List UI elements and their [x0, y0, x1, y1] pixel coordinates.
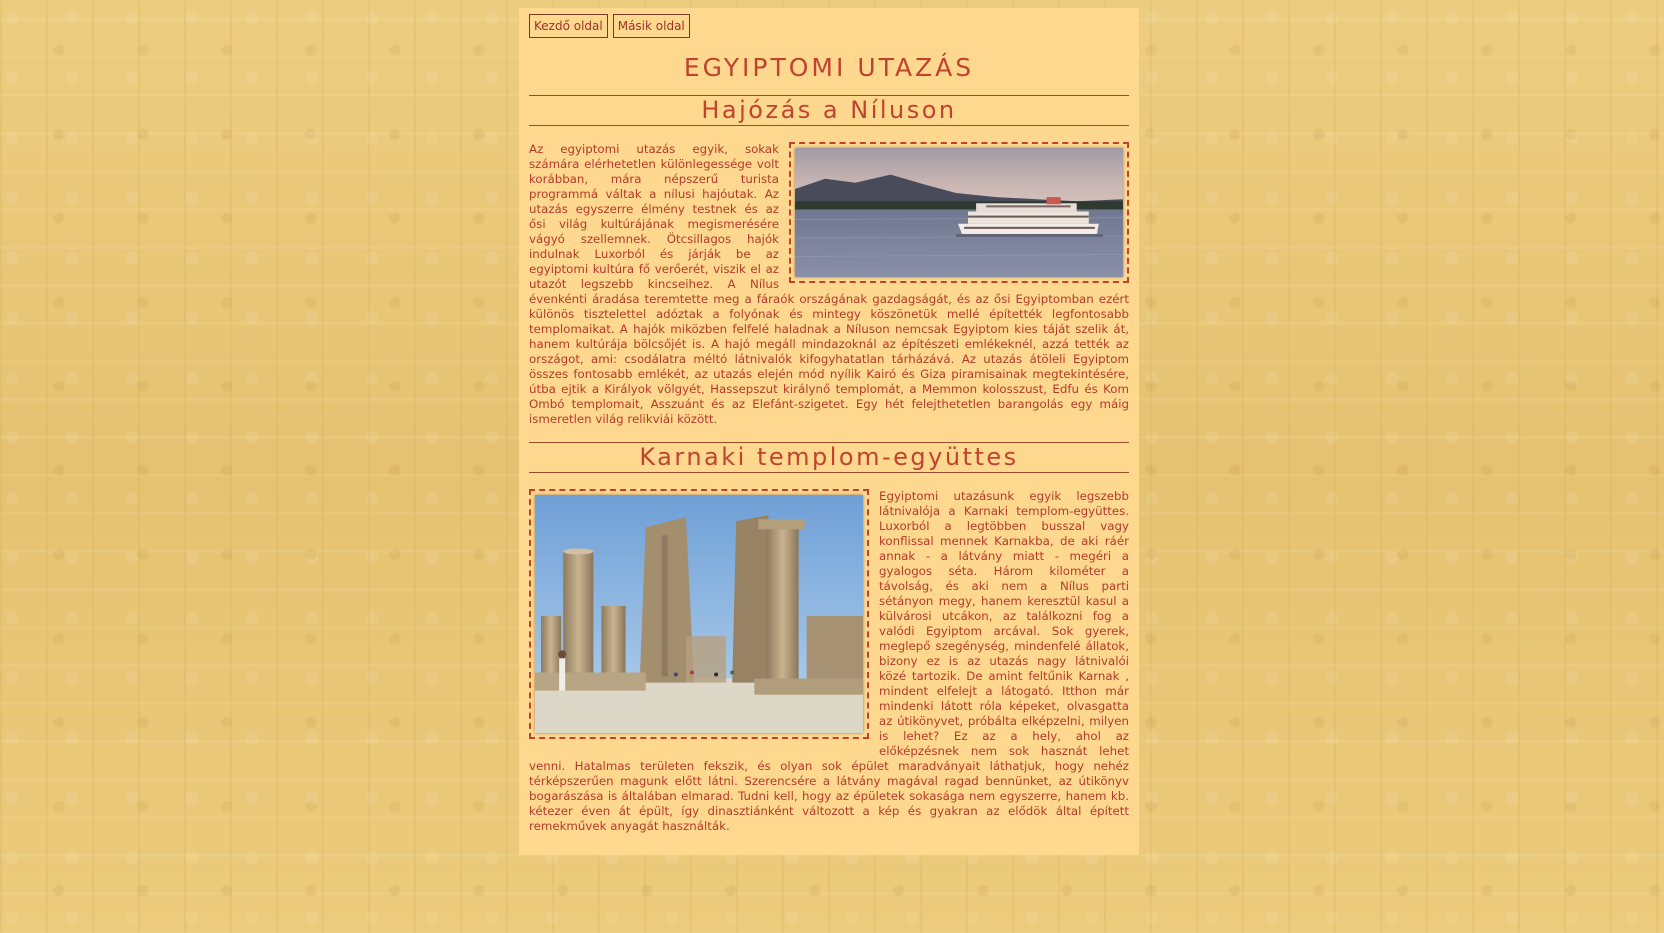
section-title-nile-cruise: Hajózás a Níluson	[529, 95, 1129, 126]
page-title: EGYIPTOMI UTAZÁS	[683, 53, 975, 82]
section-nile-cruise: Az egyiptomi utazás egyik, sokak számára…	[529, 142, 1129, 427]
nile-cruise-ship-photo	[795, 148, 1123, 277]
section-karnak: Egyiptomi utazásunk egyik legszebb látni…	[529, 489, 1129, 834]
karnak-temple-photo	[535, 495, 863, 733]
content-panel: Kezdő oldal Másik oldal EGYIPTOMI UTAZÁS…	[519, 8, 1139, 855]
karnak-photo-frame	[529, 489, 869, 739]
home-page-button[interactable]: Kezdő oldal	[529, 14, 608, 38]
section-title-karnak: Karnaki templom-együttes	[529, 442, 1129, 473]
other-page-button[interactable]: Másik oldal	[612, 14, 690, 38]
top-navigation: Kezdő oldal Másik oldal	[529, 14, 1129, 38]
nile-cruise-photo-frame	[789, 142, 1129, 283]
